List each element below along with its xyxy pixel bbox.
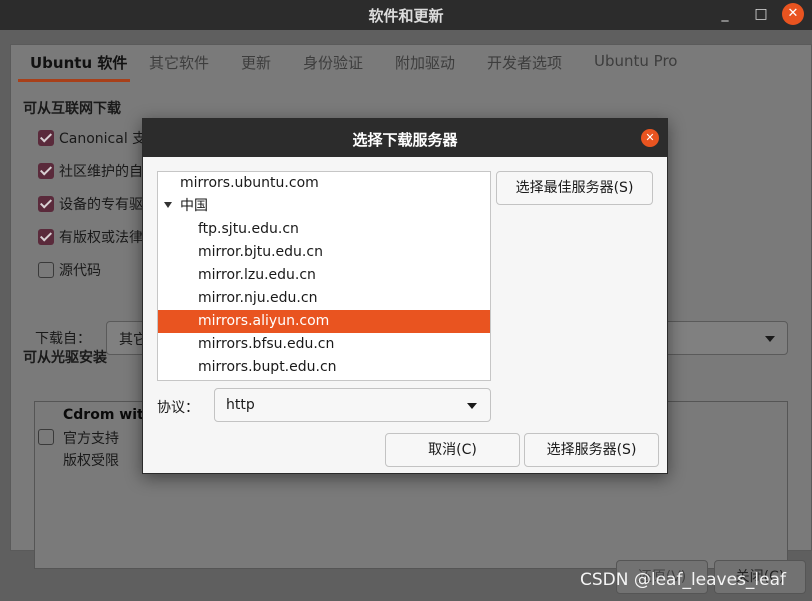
server-list[interactable]: mirrors.ubuntu.com 中国 ftp.sjtu.edu.cn mirro… — [157, 171, 491, 381]
window-title: 软件和更新 — [368, 7, 444, 25]
option-canonical[interactable]: Canonical 支 — [38, 128, 146, 148]
dialog-titlebar: 选择下载服务器 ✕ — [143, 119, 667, 157]
option-restricted[interactable]: 有版权或法律 — [38, 227, 143, 247]
option-proprietary-drivers[interactable]: 设备的专有驱 — [38, 194, 143, 214]
protocol-label: 协议： — [157, 400, 199, 416]
cdrom-heading: 可从光驱安装 — [23, 350, 107, 366]
server-label: mirror.nju.edu.cn — [198, 290, 318, 306]
checkbox-unchecked-icon[interactable] — [38, 262, 54, 278]
choose-server-dialog: 选择下载服务器 ✕ mirrors.ubuntu.com 中国 ftp.sjtu.e… — [142, 118, 668, 474]
server-label: mirrors.bupt.edu.cn — [198, 359, 337, 375]
tab-other-software[interactable]: 其它软件 — [149, 52, 209, 73]
internet-heading: 可从互联网下载 — [23, 101, 121, 117]
checkbox-checked-icon[interactable] — [38, 196, 54, 212]
download-from-label: 下载自： — [35, 331, 91, 347]
chevron-down-icon — [765, 336, 775, 342]
server-row[interactable]: mirror.lzu.edu.cn — [158, 264, 490, 287]
server-row[interactable]: mirrors.bupt.edu.cn — [158, 356, 490, 379]
tab-ubuntu-pro[interactable]: Ubuntu Pro — [594, 52, 677, 70]
server-label: mirror.bjtu.edu.cn — [198, 244, 323, 260]
cancel-button[interactable]: 取消(C) — [385, 433, 520, 467]
server-label: mirrors.aliyun.com — [198, 313, 330, 329]
maximize-icon[interactable]: □ — [750, 3, 772, 25]
option-label: 有版权或法律 — [59, 230, 143, 246]
cdrom-name: Cdrom with — [63, 407, 154, 423]
chevron-down-icon — [467, 403, 477, 409]
cdrom-detail: 官方支持 — [63, 431, 119, 447]
server-label: mirror.lzu.edu.cn — [198, 267, 316, 283]
tab-developer-options[interactable]: 开发者选项 — [487, 52, 562, 73]
server-label: mirrors.ubuntu.com — [180, 175, 319, 191]
protocol-value: http — [226, 397, 255, 413]
checkbox-checked-icon[interactable] — [38, 163, 54, 179]
close-icon[interactable]: ✕ — [782, 3, 804, 25]
option-label: Canonical 支 — [59, 131, 147, 147]
tab-additional-drivers[interactable]: 附加驱动 — [395, 52, 455, 73]
checkbox-checked-icon[interactable] — [38, 130, 54, 146]
tab-updates[interactable]: 更新 — [241, 52, 271, 73]
protocol-select[interactable]: http — [214, 388, 491, 422]
checkbox-checked-icon[interactable] — [38, 229, 54, 245]
minimize-icon[interactable]: _ — [714, 3, 736, 25]
select-best-server-button[interactable]: 选择最佳服务器(S) — [496, 171, 653, 205]
watermark: CSDN @leaf_leaves_leaf — [580, 570, 787, 590]
server-row[interactable]: mirror.nju.edu.cn — [158, 287, 490, 310]
dialog-title: 选择下载服务器 — [352, 131, 458, 149]
tab-authentication[interactable]: 身份验证 — [303, 52, 363, 73]
checkbox-unchecked-icon[interactable] — [38, 429, 54, 445]
option-label: 社区维护的自 — [59, 164, 143, 180]
option-community[interactable]: 社区维护的自 — [38, 161, 143, 181]
server-row[interactable]: mirrors.bfsu.edu.cn — [158, 333, 490, 356]
server-label: mirrors.bfsu.edu.cn — [198, 336, 335, 352]
server-label: ftp.sjtu.edu.cn — [198, 221, 299, 237]
expander-down-icon[interactable] — [164, 202, 172, 208]
server-row[interactable]: mirrors.ubuntu.com — [158, 172, 490, 195]
option-label: 设备的专有驱 — [59, 197, 143, 213]
window-titlebar: 软件和更新 _ □ ✕ — [0, 0, 812, 30]
cdrom-detail: 版权受限 — [63, 453, 119, 469]
active-tab-indicator — [18, 79, 130, 82]
server-row[interactable]: ftp.sjtu.edu.cn — [158, 218, 490, 241]
tab-ubuntu-software[interactable]: Ubuntu 软件 — [30, 52, 127, 73]
server-row[interactable]: mirrors.aliyun.com — [158, 310, 490, 333]
server-label: 中国 — [180, 198, 208, 214]
server-group-row[interactable]: 中国 — [158, 195, 490, 218]
option-source-code[interactable]: 源代码 — [38, 260, 101, 280]
option-label: 源代码 — [59, 263, 101, 279]
server-row[interactable]: mirror.bjtu.edu.cn — [158, 241, 490, 264]
choose-server-button[interactable]: 选择服务器(S) — [524, 433, 659, 467]
close-icon[interactable]: ✕ — [641, 129, 659, 147]
